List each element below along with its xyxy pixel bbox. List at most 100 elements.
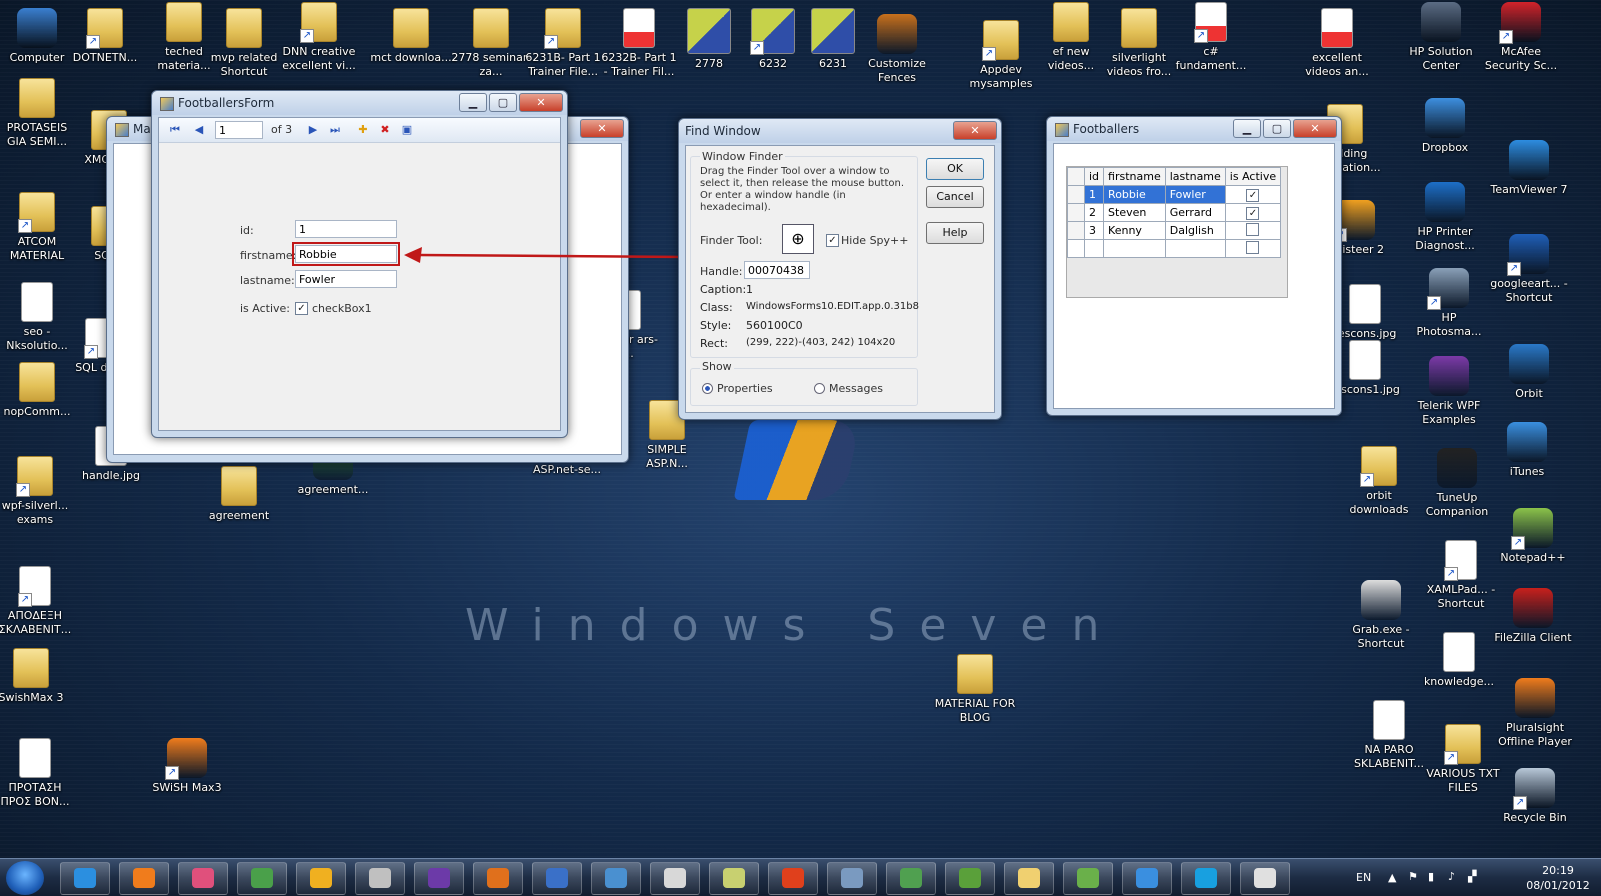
taskbar-item-chrome[interactable]: [768, 862, 818, 895]
taskbar-item-paint[interactable]: [178, 862, 228, 895]
desktop-icon[interactable]: ATCOM MATERIAL: [0, 192, 78, 263]
clock-date[interactable]: 08/01/2012: [1522, 879, 1594, 893]
taskbar-item-ie[interactable]: [60, 862, 110, 895]
desktop-icon[interactable]: MATERIAL FOR BLOG: [934, 654, 1016, 725]
desktop-icon[interactable]: wpf-silverl... exams: [0, 456, 76, 527]
table-row[interactable]: 3 Kenny Dalglish: [1067, 221, 1282, 240]
hide-spy-checkbox[interactable]: ✓: [826, 234, 839, 247]
clock-time[interactable]: 20:19: [1528, 864, 1588, 878]
desktop-icon[interactable]: DNN creative excellent vi...: [278, 2, 360, 73]
footballers-table[interactable]: id firstname lastname is Active 1 Robbie Fowl…: [1067, 167, 1282, 258]
taskbar-item-skype[interactable]: [1181, 862, 1231, 895]
datagridview[interactable]: id firstname lastname is Active 1 Robbie Fowl…: [1066, 166, 1288, 298]
start-button[interactable]: [6, 861, 44, 895]
desktop-icon[interactable]: Grab.exe - Shortcut: [1340, 580, 1422, 651]
row-header[interactable]: [1067, 203, 1085, 222]
active-cell[interactable]: [1224, 221, 1282, 240]
table-cell[interactable]: Robbie: [1103, 185, 1166, 204]
desktop-icon[interactable]: HP Printer Diagnost...: [1404, 182, 1486, 253]
footballers-grid-window[interactable]: Footballers ▁ ▢ ✕ id firstname lastname is …: [1046, 116, 1342, 416]
language-indicator[interactable]: EN: [1356, 871, 1371, 885]
flag-icon[interactable]: ⚑: [1408, 870, 1418, 884]
desktop-icon[interactable]: SWiSH Max3: [146, 738, 228, 795]
show-hidden-icons[interactable]: ▲: [1388, 871, 1396, 885]
minimize-icon[interactable]: ▁: [1233, 119, 1261, 138]
taskbar-item-explorer[interactable]: [1004, 862, 1054, 895]
table-cell[interactable]: Dalglish: [1164, 221, 1226, 240]
taskbar-item-visual-studio[interactable]: [414, 862, 464, 895]
taskbar-item-sketch[interactable]: [532, 862, 582, 895]
row-header[interactable]: [1067, 185, 1085, 204]
column-header[interactable]: lastname: [1164, 167, 1226, 186]
taskbar-item-network[interactable]: [827, 862, 877, 895]
table-cell[interactable]: [1224, 239, 1282, 258]
desktop-icon[interactable]: ΠΡΟΤΑΣΗ ΠΡΟΣ ΒΟΝ...: [0, 738, 76, 809]
save-icon[interactable]: ▣: [399, 122, 415, 138]
cancel-button[interactable]: Cancel: [926, 186, 984, 208]
table-cell[interactable]: [1083, 239, 1105, 258]
active-checkbox[interactable]: [1246, 222, 1260, 236]
table-row[interactable]: 1 Robbie Fowler ✓: [1067, 185, 1282, 204]
desktop-icon[interactable]: Notepad++: [1492, 508, 1574, 565]
desktop-icon[interactable]: mvp related Shortcut: [203, 8, 285, 79]
id-textbox[interactable]: 1: [295, 220, 397, 238]
isactive-checkbox[interactable]: ✓: [295, 302, 308, 315]
network-icon[interactable]: ▞: [1468, 870, 1476, 884]
desktop-icon[interactable]: silverlight videos fro...: [1098, 8, 1180, 79]
add-new-icon[interactable]: ✚: [355, 122, 371, 138]
desktop-icon[interactable]: Recycle Bin: [1494, 768, 1576, 825]
maximize-icon[interactable]: ▢: [489, 93, 517, 112]
taskbar-item-firefox[interactable]: [473, 862, 523, 895]
move-next-icon[interactable]: ▶: [305, 122, 321, 138]
desktop-icon[interactable]: Customize Fences: [856, 14, 938, 85]
desktop-icon[interactable]: DOTNETN...: [64, 8, 146, 65]
handle-input[interactable]: 00070438: [744, 261, 810, 279]
desktop-icon[interactable]: Telerik WPF Examples: [1408, 356, 1490, 427]
desktop-icon[interactable]: VARIOUS TXT FILES: [1422, 724, 1504, 795]
firstname-textbox[interactable]: Robbie: [292, 242, 400, 266]
minimize-icon[interactable]: ▁: [459, 93, 487, 112]
active-cell[interactable]: ✓: [1224, 203, 1282, 222]
desktop-icon[interactable]: NA PARO SKLABENIT...: [1348, 700, 1430, 771]
active-cell[interactable]: ✓: [1224, 185, 1282, 204]
new-row[interactable]: [1067, 239, 1282, 258]
taskbar-item-media-player[interactable]: [119, 862, 169, 895]
help-button[interactable]: Help: [926, 222, 984, 244]
desktop-icon[interactable]: SwishMax 3: [0, 648, 72, 705]
finder-tool-icon[interactable]: ⊕: [782, 224, 814, 254]
desktop-icon[interactable]: c# fundament...: [1170, 2, 1252, 73]
ok-button[interactable]: OK: [926, 158, 984, 180]
table-cell[interactable]: [1103, 239, 1166, 258]
power-icon[interactable]: ▮: [1428, 870, 1434, 884]
column-header[interactable]: is Active: [1224, 167, 1282, 186]
row-header[interactable]: [1067, 221, 1085, 240]
find-window-dialog[interactable]: Find Window ✕ Window Finder Drag the Fin…: [678, 118, 1002, 420]
close-icon[interactable]: ✕: [953, 121, 997, 140]
taskbar-item-notes[interactable]: [709, 862, 759, 895]
desktop-icon[interactable]: mct downloa...: [370, 8, 452, 65]
active-checkbox[interactable]: ✓: [1246, 206, 1260, 220]
close-icon[interactable]: ✕: [1293, 119, 1337, 138]
desktop-icon[interactable]: TeamViewer 7: [1488, 140, 1570, 197]
move-last-icon[interactable]: ⏭: [327, 122, 343, 138]
table-cell[interactable]: Steven: [1103, 203, 1166, 222]
volume-icon[interactable]: ♪: [1448, 870, 1455, 884]
close-icon[interactable]: ✕: [580, 119, 624, 138]
desktop-icon[interactable]: HP Solution Center: [1400, 2, 1482, 73]
active-checkbox[interactable]: [1246, 240, 1260, 254]
desktop-icon[interactable]: PROTASEIS GIA SEMI...: [0, 78, 78, 149]
desktop-icon[interactable]: Orbit: [1488, 344, 1570, 401]
taskbar-item-pen[interactable]: [650, 862, 700, 895]
desktop-icon[interactable]: googleeart... - Shortcut: [1488, 234, 1570, 305]
taskbar-item-people[interactable]: [237, 862, 287, 895]
desktop-icon[interactable]: 6231B- Part 1 Trainer File...: [522, 8, 604, 79]
properties-radio[interactable]: [702, 383, 713, 394]
lastname-textbox[interactable]: Fowler: [295, 270, 397, 288]
taskbar-item-tools[interactable]: [355, 862, 405, 895]
taskbar-item-itunes[interactable]: [1122, 862, 1172, 895]
desktop-icon[interactable]: FileZilla Client: [1492, 588, 1574, 645]
move-previous-icon[interactable]: ◀: [191, 122, 207, 138]
column-header[interactable]: id: [1083, 167, 1105, 186]
table-cell[interactable]: Gerrard: [1164, 203, 1226, 222]
table-cell[interactable]: 1: [1083, 185, 1105, 204]
